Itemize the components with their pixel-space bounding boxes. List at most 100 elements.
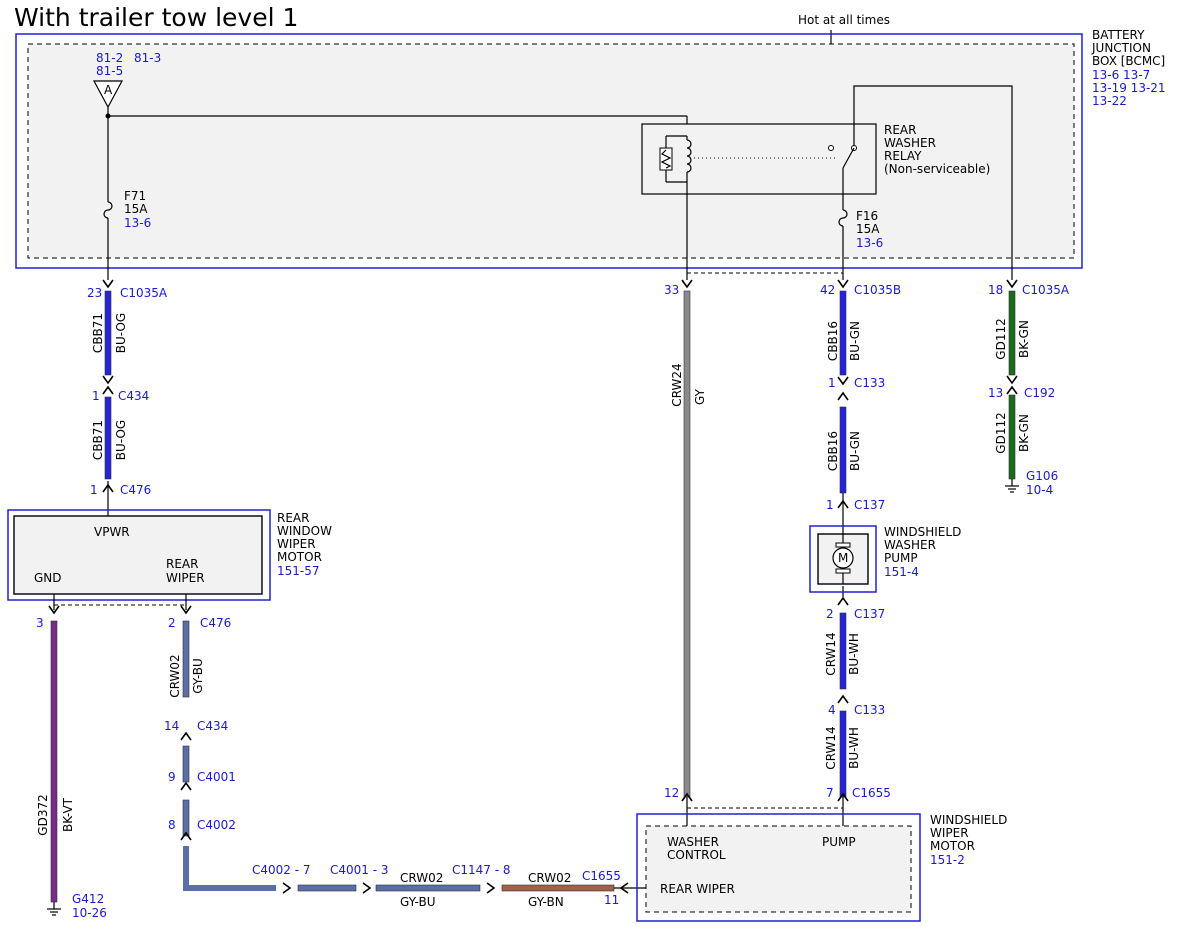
wire-color-label: BU-GN bbox=[848, 321, 862, 361]
wire-crw02-seg4 bbox=[297, 884, 357, 892]
wire-circuit-label: CRW02 bbox=[400, 871, 443, 885]
bjb-pin-ref: 81-2 bbox=[96, 51, 123, 65]
wire-crw02-seg3 bbox=[182, 799, 190, 837]
wire-cbb71-seg2 bbox=[104, 396, 112, 480]
wwp-name-label: WINDSHIELD WASHER PUMP 151-4 bbox=[884, 525, 961, 579]
wire-cbb16-seg2 bbox=[839, 406, 847, 494]
connector-pin: 14 bbox=[164, 719, 179, 733]
wire-circuit-label: CBB16 bbox=[826, 321, 840, 361]
svg-text:WASHER: WASHER bbox=[884, 538, 936, 552]
connector-id: C1655 bbox=[852, 786, 891, 800]
wire-circuit-label: CRW02 bbox=[168, 654, 182, 697]
wire-crw02-seg1 bbox=[182, 620, 190, 698]
wire-circuit-label: GD112 bbox=[994, 318, 1008, 359]
wire-color-label: BU-WH bbox=[847, 633, 861, 675]
motor-symbol-label: M bbox=[838, 551, 848, 565]
diagram-title: With trailer tow level 1 bbox=[14, 3, 298, 32]
svg-text:WIPER: WIPER bbox=[930, 826, 969, 840]
wire-color-label: BK-GN bbox=[1017, 414, 1031, 452]
svg-text:JUNCTION: JUNCTION bbox=[1091, 41, 1151, 55]
wire-cbb16-seg1 bbox=[839, 290, 847, 376]
wire-color-label: BU-WH bbox=[847, 727, 861, 769]
wire-color-label: GY-BU bbox=[191, 658, 205, 694]
pin-label-gnd: GND bbox=[34, 571, 62, 585]
terminal-a-label: A bbox=[104, 83, 113, 97]
connector-id: C476 bbox=[120, 483, 151, 497]
connector-pin: 1 bbox=[90, 483, 98, 497]
connector-pin: 2 bbox=[168, 616, 176, 630]
wire-circuit-label: CBB71 bbox=[91, 420, 105, 460]
connector-id: C4002 - 7 bbox=[252, 863, 311, 877]
connector-id: C1147 - 8 bbox=[452, 863, 511, 877]
svg-text:MOTOR: MOTOR bbox=[930, 839, 975, 853]
wire-color-label: GY bbox=[693, 388, 707, 405]
wire-crw14-seg1 bbox=[839, 612, 847, 690]
wire-color-label: GY-BU bbox=[400, 895, 436, 909]
rwwm-name-label: REAR WINDOW WIPER MOTOR 151-57 bbox=[277, 511, 332, 578]
connector-pin: 4 bbox=[828, 703, 836, 717]
wire-circuit-label: CRW14 bbox=[824, 726, 838, 769]
wire-color-label: BU-GN bbox=[848, 431, 862, 471]
connector-pin: 33 bbox=[664, 283, 679, 297]
pin-label-washer-control: WASHER bbox=[667, 835, 719, 849]
connector-pin: 2 bbox=[826, 607, 834, 621]
svg-text:WINDSHIELD: WINDSHIELD bbox=[930, 813, 1007, 827]
connector-id: C4002 bbox=[197, 818, 236, 832]
svg-text:WINDSHIELD: WINDSHIELD bbox=[884, 525, 961, 539]
connector-id: C1035B bbox=[854, 283, 901, 297]
bjb-pin-ref: 81-5 bbox=[96, 64, 123, 78]
connector-id: C1035A bbox=[120, 286, 168, 300]
svg-text:MOTOR: MOTOR bbox=[277, 550, 322, 564]
pin-label-washer-control: CONTROL bbox=[667, 848, 726, 862]
rear-washer-relay bbox=[641, 123, 877, 195]
wire-circuit-label: GD112 bbox=[994, 412, 1008, 453]
wire-circuit-label: CRW24 bbox=[670, 363, 684, 406]
connector-pin: 8 bbox=[168, 818, 176, 832]
wire-crw02-seg6 bbox=[501, 884, 615, 892]
wwm-name-label: WINDSHIELD WIPER MOTOR 151-2 bbox=[930, 813, 1007, 867]
relay-contact bbox=[828, 145, 834, 151]
connector-pin: 42 bbox=[820, 283, 835, 297]
wire-gd112-seg2 bbox=[1008, 394, 1016, 480]
bjb-pin-ref: 81-3 bbox=[134, 51, 161, 65]
hot-at-all-times-label: Hot at all times bbox=[798, 13, 890, 27]
svg-text:RELAY: RELAY bbox=[884, 149, 922, 163]
connector-pin: 18 bbox=[988, 283, 1003, 297]
svg-text:PUMP: PUMP bbox=[884, 551, 918, 565]
pin-label-pump: PUMP bbox=[822, 835, 856, 849]
svg-text:WASHER: WASHER bbox=[884, 136, 936, 150]
connector-id: C133 bbox=[854, 376, 885, 390]
connector-id: C434 bbox=[197, 719, 228, 733]
wire-circuit-label: CBB16 bbox=[826, 431, 840, 471]
wire-color-label: BU-OG bbox=[114, 313, 128, 353]
wire-circuit-label: GD372 bbox=[36, 794, 50, 835]
connector-id: C476 bbox=[200, 616, 231, 630]
connector-pin: 7 bbox=[826, 786, 834, 800]
connector-id: C137 bbox=[854, 607, 885, 621]
connector-pin: 1 bbox=[826, 498, 834, 512]
wire-circuit-label: CRW14 bbox=[824, 632, 838, 675]
connector-id: C133 bbox=[854, 703, 885, 717]
svg-text:13-22: 13-22 bbox=[1092, 94, 1127, 108]
svg-text:13-6 13-7: 13-6 13-7 bbox=[1092, 68, 1150, 82]
pin-label-rear-wiper: REAR WIPER bbox=[660, 882, 735, 896]
svg-text:BOX [BCMC]: BOX [BCMC] bbox=[1092, 54, 1165, 68]
connector-pin: 1 bbox=[92, 389, 100, 403]
connector-id: C1655 bbox=[582, 869, 621, 883]
ground-icon bbox=[1005, 485, 1019, 493]
pin-label-rear-wiper: WIPER bbox=[166, 571, 205, 585]
svg-text:REAR: REAR bbox=[884, 123, 916, 137]
svg-text:151-57: 151-57 bbox=[277, 564, 320, 578]
connector-pin: 1 bbox=[828, 376, 836, 390]
pin-label-rear-wiper: REAR bbox=[166, 557, 198, 571]
ground-icon bbox=[47, 908, 61, 916]
wire-color-label: GY-BN bbox=[528, 895, 564, 909]
fuse-f71-amp: 15A bbox=[124, 202, 148, 216]
wire-crw02-seg2 bbox=[182, 745, 190, 783]
svg-text:151-2: 151-2 bbox=[930, 853, 965, 867]
wire-crw14-seg2 bbox=[839, 710, 847, 798]
fuse-f16-amp: 15A bbox=[856, 222, 880, 236]
wire-gd372 bbox=[50, 620, 58, 903]
wire-color-label: BK-VT bbox=[61, 797, 75, 832]
connector-pin: 3 bbox=[36, 616, 44, 630]
